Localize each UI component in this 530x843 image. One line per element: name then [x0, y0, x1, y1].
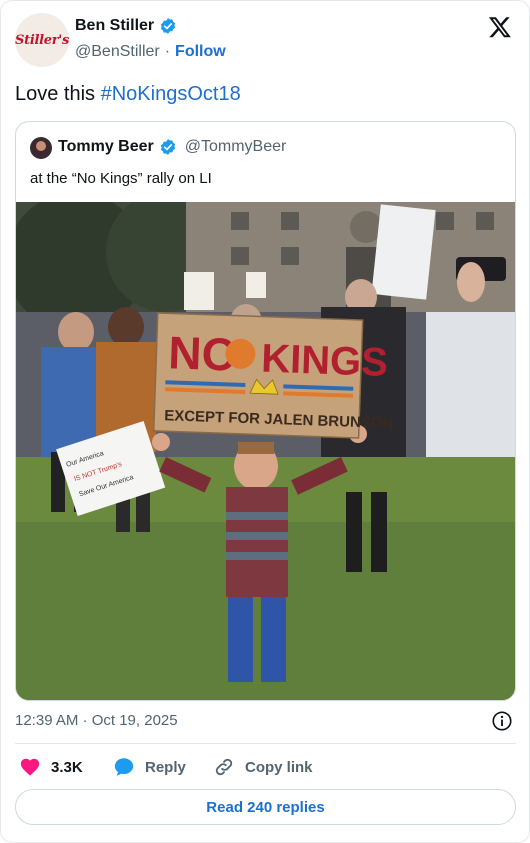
- quoted-author-row: Tommy Beer @TommyBeer: [58, 138, 286, 156]
- like-count: 3.3K: [51, 758, 83, 776]
- quoted-tweet[interactable]: Tommy Beer @TommyBeer at the “No Kings” …: [15, 121, 516, 701]
- like-button[interactable]: 3.3K: [19, 756, 83, 778]
- reply-label: Reply: [145, 758, 186, 776]
- link-icon: [215, 758, 233, 776]
- sign-word-kings: KINGS: [261, 337, 389, 385]
- reply-button[interactable]: Reply: [113, 756, 186, 778]
- info-icon[interactable]: [491, 710, 513, 732]
- tweet-text: Love this #NoKingsOct18: [15, 83, 241, 106]
- tweet-timestamp[interactable]: 12:39 AM · Oct 19, 2025: [15, 712, 178, 729]
- author-avatar[interactable]: Stiller's: [15, 13, 69, 67]
- follow-button[interactable]: Follow: [175, 43, 226, 61]
- quoted-tweet-text: at the “No Kings” rally on LI: [30, 170, 212, 187]
- verified-badge-icon: [161, 18, 176, 34]
- copy-link-button[interactable]: Copy link: [213, 756, 313, 778]
- author-handle-row: @BenStiller · Follow: [75, 43, 226, 61]
- avatar-logo-text: Stiller's: [15, 32, 69, 48]
- hashtag-link[interactable]: #NoKingsOct18: [101, 83, 241, 105]
- tweet-body: Love this: [15, 83, 101, 105]
- quoted-author-avatar[interactable]: [30, 137, 52, 159]
- read-replies-button[interactable]: Read 240 replies: [15, 789, 516, 825]
- divider: [15, 743, 516, 744]
- author-handle[interactable]: @BenStiller: [75, 43, 160, 61]
- copy-link-label: Copy link: [245, 758, 313, 776]
- quoted-author-name[interactable]: Tommy Beer: [58, 138, 154, 156]
- author-name-row: Ben Stiller: [75, 17, 177, 35]
- handle-separator: ·: [164, 43, 171, 60]
- reply-bubble-icon: [114, 758, 134, 776]
- rally-photo[interactable]: Our America IS NOT Trump's Save Our Amer…: [16, 202, 516, 701]
- heart-icon: [20, 758, 40, 776]
- author-name[interactable]: Ben Stiller: [75, 17, 154, 35]
- x-logo-icon[interactable]: [488, 15, 512, 39]
- verified-badge-icon: [160, 139, 175, 155]
- quoted-author-handle[interactable]: @TommyBeer: [185, 138, 287, 156]
- embedded-tweet-card: Stiller's Ben Stiller @BenStiller · Foll…: [0, 0, 530, 843]
